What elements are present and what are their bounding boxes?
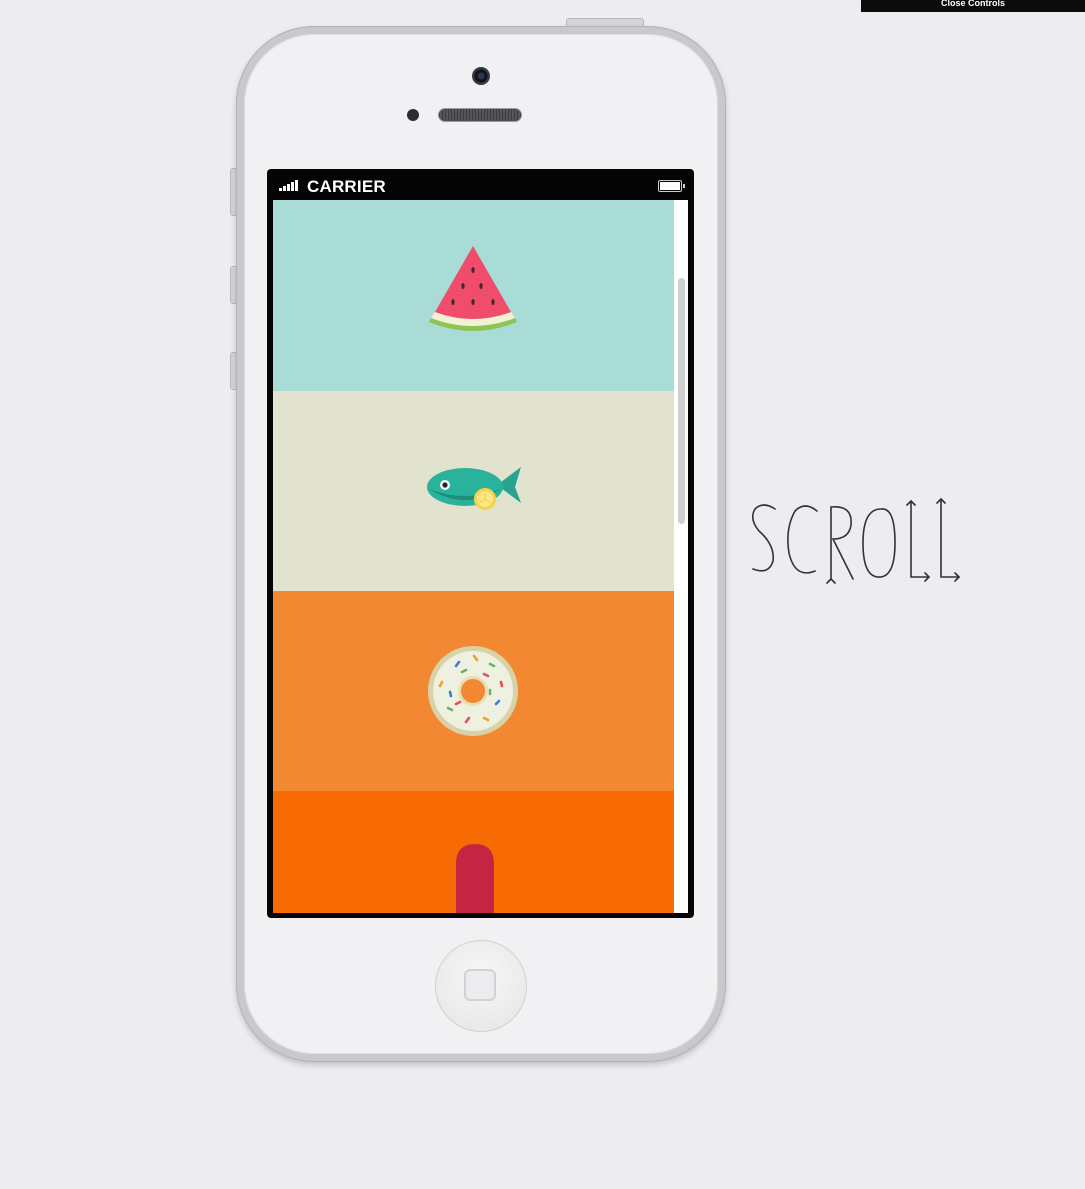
carrier-label: CARRIER xyxy=(307,177,386,196)
fish-panel xyxy=(273,391,674,591)
home-button[interactable] xyxy=(435,940,527,1032)
scroll-hint: SCROLL xyxy=(745,495,975,595)
fish-icon xyxy=(427,467,521,510)
proximity-sensor-icon xyxy=(407,109,419,121)
donut-icon xyxy=(428,646,518,736)
watermelon-icon xyxy=(429,246,517,331)
donut-panel xyxy=(273,591,674,791)
battery-icon xyxy=(658,180,685,192)
home-square-icon xyxy=(464,969,496,1001)
scroll-viewport[interactable] xyxy=(273,200,688,913)
status-bar: CARRIER xyxy=(273,172,688,200)
scroll-lettering xyxy=(751,498,960,584)
popsicle-icon xyxy=(456,844,494,913)
close-controls-button[interactable]: Close Controls xyxy=(861,0,1085,12)
signal-bars-icon xyxy=(279,180,298,191)
earpiece-speaker-icon xyxy=(438,108,522,122)
scrollbar-thumb[interactable] xyxy=(678,278,685,524)
watermelon-panel xyxy=(273,200,674,391)
front-camera-icon xyxy=(472,67,490,85)
popsicle-panel xyxy=(273,791,674,913)
